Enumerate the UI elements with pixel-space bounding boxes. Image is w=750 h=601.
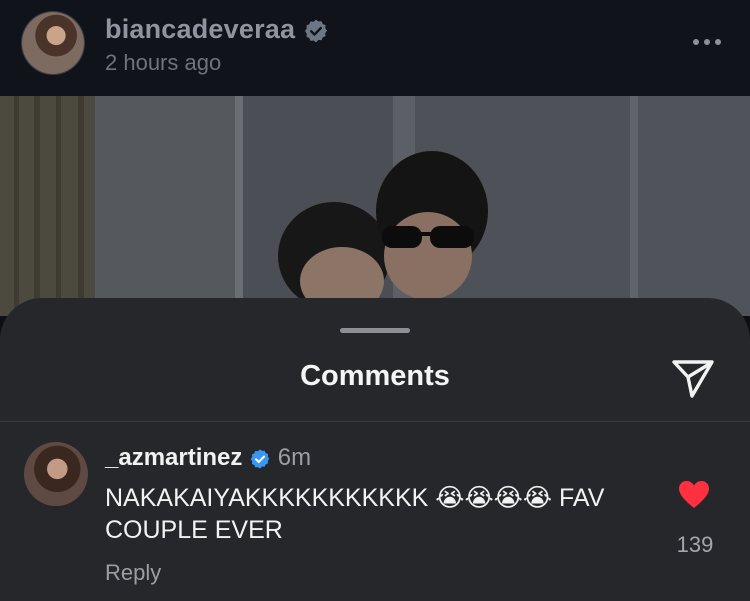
- post-photo[interactable]: [0, 96, 750, 316]
- reply-button[interactable]: Reply: [105, 560, 161, 586]
- post-header: biancadeveraa 2 hours ago: [0, 0, 750, 96]
- comment-timestamp: 6m: [277, 444, 312, 471]
- comments-title: Comments: [300, 360, 450, 392]
- like-heart-icon[interactable]: [678, 480, 710, 510]
- comment-author-avatar[interactable]: [24, 442, 88, 506]
- post-author-avatar[interactable]: [22, 12, 84, 74]
- comment-author-username[interactable]: _azmartinez: [105, 444, 242, 471]
- send-icon[interactable]: [670, 356, 716, 400]
- post-author-username[interactable]: biancadeveraa: [105, 14, 329, 45]
- verified-badge-icon: [304, 19, 327, 43]
- comments-sheet: Comments _azmartinez 6m NAKAKAIYAKKKKKKK…: [0, 298, 750, 601]
- post-photo-image: [0, 96, 750, 316]
- like-count: 139: [676, 532, 714, 557]
- post-author-username-text[interactable]: biancadeveraa: [105, 14, 295, 44]
- verified-badge-icon: [250, 449, 270, 469]
- sheet-drag-handle[interactable]: [340, 328, 410, 333]
- more-horizontal-icon[interactable]: [692, 36, 722, 48]
- post-timestamp: 2 hours ago: [105, 50, 222, 75]
- sheet-divider: [0, 421, 750, 422]
- comment-text: NAKAKAIYAKKKKKKKKKKK 😭😭😭😭 FAV COUPLE EVE…: [105, 484, 605, 544]
- comment-header: _azmartinez 6m: [105, 444, 311, 472]
